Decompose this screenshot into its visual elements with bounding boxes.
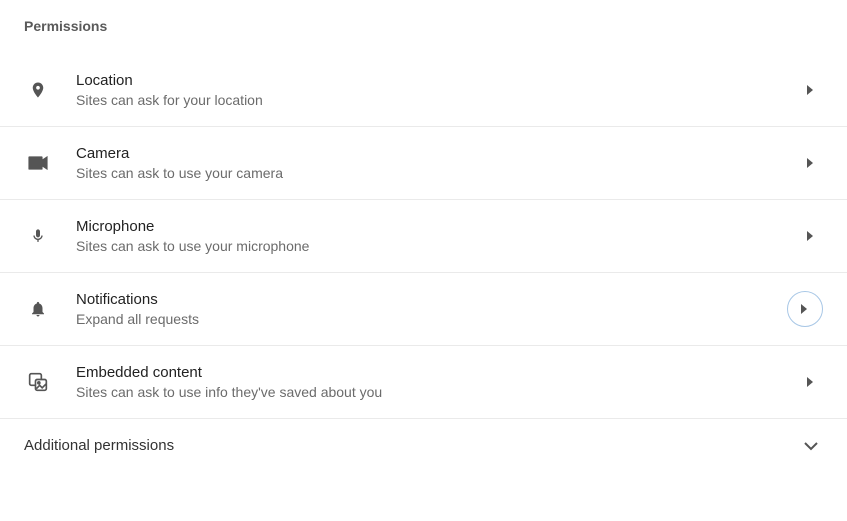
permission-desc: Sites can ask for your location — [76, 92, 799, 108]
permission-item-camera[interactable]: Camera Sites can ask to use your camera — [0, 127, 847, 200]
permission-title: Microphone — [76, 218, 799, 235]
permission-desc: Sites can ask to use info they've saved … — [76, 384, 799, 400]
permission-title: Embedded content — [76, 364, 799, 381]
permission-text: Microphone Sites can ask to use your mic… — [76, 218, 799, 254]
permission-desc: Sites can ask to use your microphone — [76, 238, 799, 254]
chevron-right-icon — [799, 85, 823, 95]
microphone-icon — [24, 226, 52, 246]
embedded-content-icon — [24, 372, 52, 392]
permission-desc: Expand all requests — [76, 311, 787, 327]
location-icon — [24, 81, 52, 99]
permission-text: Embedded content Sites can ask to use in… — [76, 364, 799, 400]
chevron-right-icon — [799, 231, 823, 241]
permission-item-microphone[interactable]: Microphone Sites can ask to use your mic… — [0, 200, 847, 273]
permissions-section-header: Permissions — [0, 0, 847, 44]
permission-desc: Sites can ask to use your camera — [76, 165, 799, 181]
permission-title: Notifications — [76, 291, 787, 308]
permission-title: Camera — [76, 145, 799, 162]
notifications-icon — [24, 299, 52, 319]
additional-permissions-label: Additional permissions — [24, 437, 174, 454]
chevron-right-icon — [799, 158, 823, 168]
permission-text: Location Sites can ask for your location — [76, 72, 799, 108]
chevron-right-icon — [787, 291, 823, 327]
chevron-down-icon — [799, 441, 823, 451]
permission-title: Location — [76, 72, 799, 89]
permission-text: Notifications Expand all requests — [76, 291, 787, 327]
permissions-list: Location Sites can ask for your location… — [0, 54, 847, 419]
chevron-right-icon — [799, 377, 823, 387]
permission-item-location[interactable]: Location Sites can ask for your location — [0, 54, 847, 127]
additional-permissions-row[interactable]: Additional permissions — [0, 419, 847, 472]
permission-item-embedded-content[interactable]: Embedded content Sites can ask to use in… — [0, 346, 847, 419]
permission-item-notifications[interactable]: Notifications Expand all requests — [0, 273, 847, 346]
camera-icon — [24, 156, 52, 170]
permission-text: Camera Sites can ask to use your camera — [76, 145, 799, 181]
